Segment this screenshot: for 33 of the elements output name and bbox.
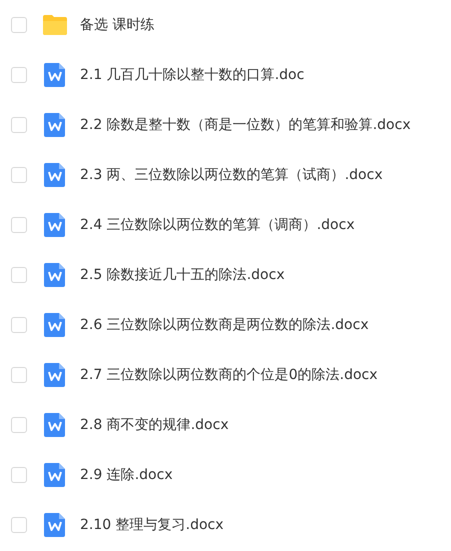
document-icon	[42, 112, 68, 138]
document-icon	[42, 62, 68, 88]
checkbox[interactable]	[11, 367, 27, 383]
document-icon	[42, 362, 68, 388]
file-name[interactable]: 2.8 商不变的规律.docx	[80, 416, 229, 434]
checkbox[interactable]	[11, 317, 27, 333]
document-icon	[42, 412, 68, 438]
file-name[interactable]: 2.5 除数接近几十五的除法.docx	[80, 266, 285, 284]
document-icon	[42, 462, 68, 488]
checkbox[interactable]	[11, 517, 27, 533]
checkbox[interactable]	[11, 167, 27, 183]
file-name[interactable]: 2.9 连除.docx	[80, 466, 173, 484]
document-icon	[42, 212, 68, 238]
file-name[interactable]: 2.7 三位数除以两位数商的个位是0的除法.docx	[80, 366, 378, 384]
file-name[interactable]: 2.10 整理与复习.docx	[80, 516, 224, 534]
file-name[interactable]: 2.4 三位数除以两位数的笔算（调商）.docx	[80, 216, 355, 234]
checkbox[interactable]	[11, 217, 27, 233]
folder-icon	[42, 12, 68, 38]
checkbox[interactable]	[11, 417, 27, 433]
checkbox[interactable]	[11, 267, 27, 283]
document-icon	[42, 162, 68, 188]
document-icon	[42, 512, 68, 538]
document-icon	[42, 262, 68, 288]
checkbox[interactable]	[11, 117, 27, 133]
file-name[interactable]: 备选 课时练	[80, 16, 154, 34]
file-name[interactable]: 2.3 两、三位数除以两位数的笔算（试商）.docx	[80, 166, 383, 184]
document-icon	[42, 312, 68, 338]
file-name[interactable]: 2.6 三位数除以两位数商是两位数的除法.docx	[80, 316, 369, 334]
file-name[interactable]: 2.2 除数是整十数（商是一位数）的笔算和验算.docx	[80, 116, 411, 134]
checkbox[interactable]	[11, 467, 27, 483]
file-name[interactable]: 2.1 几百几十除以整十数的口算.doc	[80, 66, 304, 84]
checkbox[interactable]	[11, 17, 27, 33]
checkbox[interactable]	[11, 67, 27, 83]
